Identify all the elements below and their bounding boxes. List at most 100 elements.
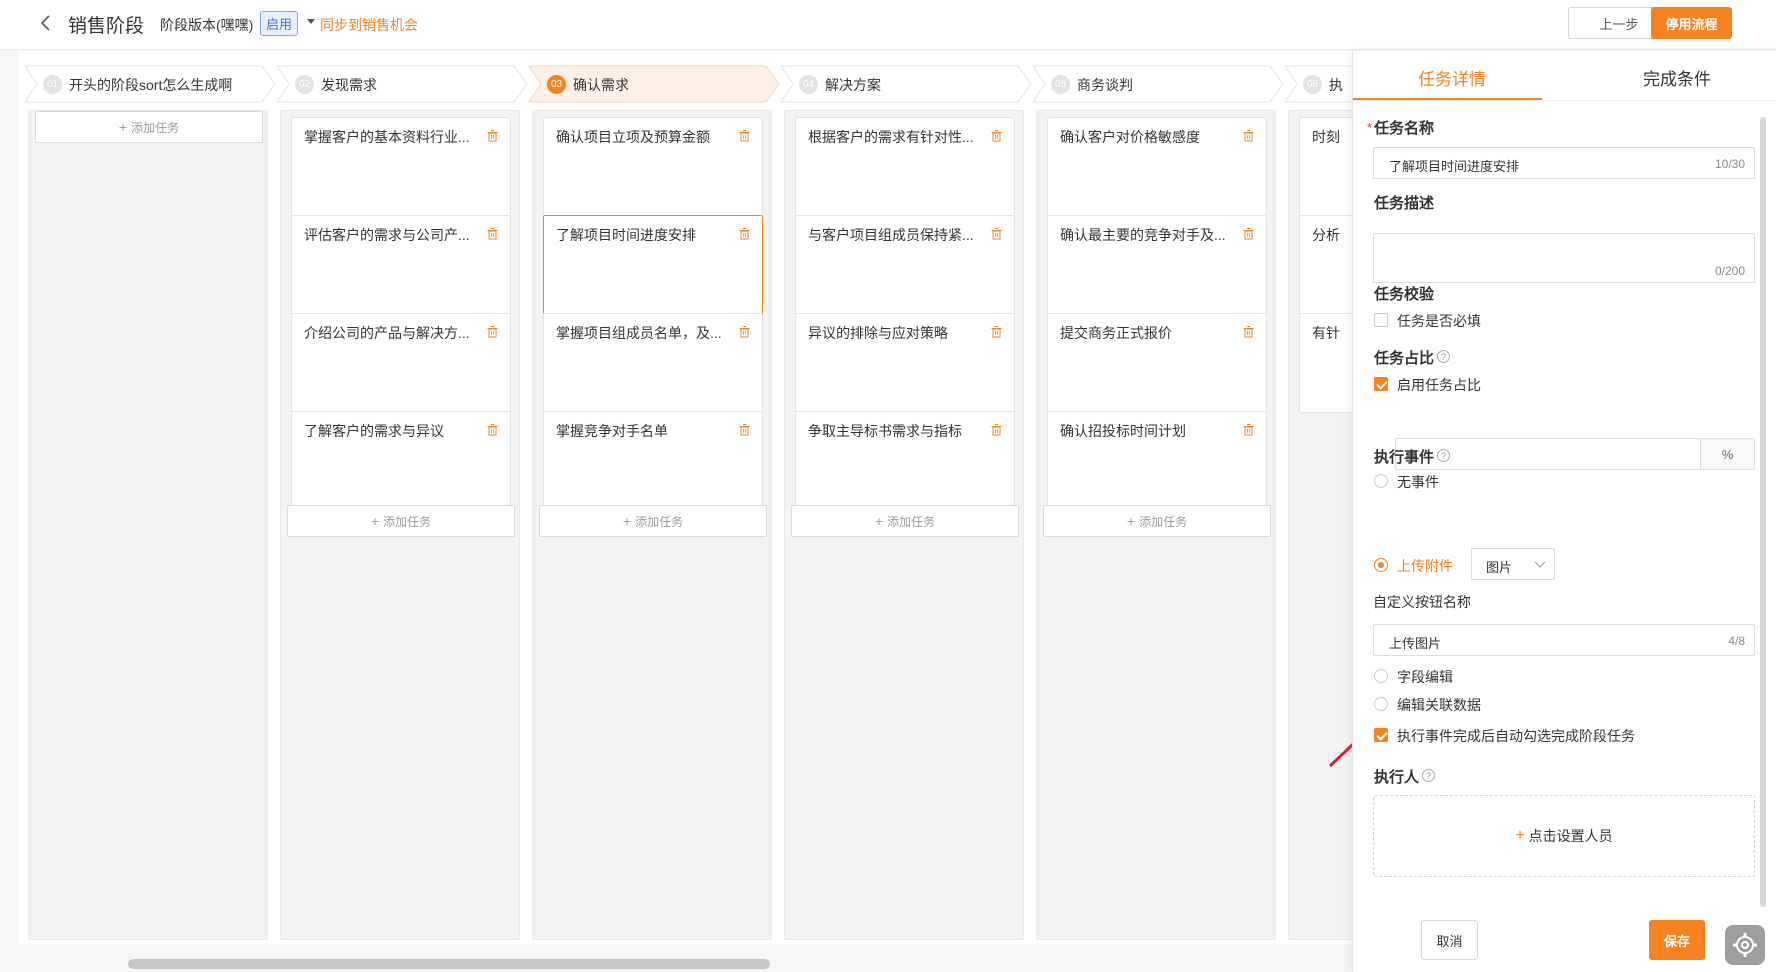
task-card[interactable]: 争取主导标书需求与指标: [795, 411, 1015, 511]
trash-icon[interactable]: [739, 326, 750, 338]
plus-icon: +: [1126, 513, 1136, 529]
back-arrow-icon[interactable]: [36, 12, 56, 34]
vertical-scrollbar[interactable]: [1760, 117, 1766, 907]
event-help-icon[interactable]: ?: [1437, 449, 1450, 462]
set-assignee-button[interactable]: + 点击设置人员: [1373, 795, 1755, 877]
save-button[interactable]: 保存: [1649, 920, 1705, 960]
trash-icon[interactable]: [991, 130, 1002, 142]
trash-icon[interactable]: [739, 130, 750, 142]
trash-icon[interactable]: [487, 424, 498, 436]
event-field-edit-radio[interactable]: [1374, 669, 1388, 683]
task-card[interactable]: 分析: [1299, 215, 1356, 315]
upload-type-select[interactable]: 图片: [1471, 548, 1555, 580]
task-card[interactable]: 掌握项目组成员名单，及...: [543, 313, 763, 413]
task-card[interactable]: 确认招投标时间计划: [1047, 411, 1267, 511]
event-edit-related-radio[interactable]: [1374, 697, 1388, 711]
custom-button-input[interactable]: 上传图片 4/8: [1373, 624, 1755, 656]
ratio-help-icon[interactable]: ?: [1437, 350, 1450, 363]
trash-icon[interactable]: [487, 228, 498, 240]
trash-icon[interactable]: [487, 326, 498, 338]
ratio-unit: %: [1700, 439, 1754, 469]
add-task-button[interactable]: + 添加任务: [35, 111, 263, 143]
event-upload-radio[interactable]: [1374, 558, 1388, 572]
task-title: 提交商务正式报价: [1060, 325, 1172, 341]
plus-icon: +: [1515, 827, 1525, 844]
trash-icon[interactable]: [991, 424, 1002, 436]
trash-icon[interactable]: [1243, 326, 1254, 338]
task-name-input[interactable]: 了解项目时间进度安排 10/30: [1373, 147, 1755, 179]
stage-header[interactable]: 03 确认需求: [528, 65, 780, 103]
active-tab-indicator: [1353, 98, 1542, 100]
required-marker: *: [1367, 120, 1373, 135]
task-card[interactable]: 确认项目立项及预算金额: [543, 117, 763, 217]
trash-icon[interactable]: [991, 326, 1002, 338]
assignee-help-icon[interactable]: ?: [1422, 769, 1435, 782]
task-card[interactable]: 掌握竞争对手名单: [543, 411, 763, 511]
auto-check-label: 执行事件完成后自动勾选完成阶段任务: [1397, 728, 1635, 744]
chevron-down-icon: [1534, 556, 1546, 568]
version-label: 阶段版本(嘿嘿): [160, 17, 254, 33]
task-card[interactable]: 提交商务正式报价: [1047, 313, 1267, 413]
auto-check-checkbox[interactable]: [1374, 728, 1388, 742]
plus-icon: +: [118, 119, 128, 135]
stage-column: 05 商务谈判确认客户对价格敏感度 确认最主要的竞争对手及... 提交商务正式报价确认…: [1032, 65, 1284, 944]
trash-icon[interactable]: [991, 228, 1002, 240]
stage-name: 解决方案: [825, 77, 881, 93]
required-checkbox[interactable]: [1374, 313, 1388, 327]
ratio-label: 任务占比: [1374, 350, 1435, 367]
trash-icon[interactable]: [739, 228, 750, 240]
event-none-radio[interactable]: [1374, 474, 1388, 488]
stage-number: 05: [1051, 75, 1070, 94]
caret-down-icon[interactable]: [307, 19, 315, 24]
stage-name: 商务谈判: [1077, 77, 1133, 93]
add-task-button[interactable]: + 添加任务: [791, 505, 1019, 537]
event-edit-related-label: 编辑关联数据: [1397, 697, 1481, 713]
task-card[interactable]: 根据客户的需求有针对性...: [795, 117, 1015, 217]
task-card[interactable]: 了解客户的需求与异议: [291, 411, 511, 511]
stage-header[interactable]: 04 解决方案: [780, 65, 1032, 103]
add-task-button[interactable]: + 添加任务: [1043, 505, 1271, 537]
add-task-button[interactable]: + 添加任务: [539, 505, 767, 537]
cancel-button[interactable]: 取消: [1421, 920, 1478, 960]
stop-flow-button[interactable]: 停用流程: [1651, 7, 1732, 39]
task-card[interactable]: 有针: [1299, 313, 1356, 413]
task-name-label: 任务名称: [1374, 120, 1435, 137]
task-card[interactable]: 与客户项目组成员保持紧...: [795, 215, 1015, 315]
stage-header[interactable]: 06 执: [1284, 65, 1356, 103]
task-card[interactable]: 异议的排除与应对策略: [795, 313, 1015, 413]
task-card[interactable]: 时刻: [1299, 117, 1356, 217]
trash-icon[interactable]: [1243, 424, 1254, 436]
trash-icon[interactable]: [487, 130, 498, 142]
task-desc-count: 0/200: [1714, 264, 1745, 278]
event-upload-label: 上传附件: [1397, 558, 1453, 574]
event-label: 执行事件: [1374, 449, 1435, 466]
task-card[interactable]: 掌握客户的基本资料行业...: [291, 117, 511, 217]
settings-gear-icon[interactable]: [1725, 925, 1765, 965]
task-card[interactable]: 介绍公司的产品与解决方...: [291, 313, 511, 413]
stage-column: 02 发现需求掌握客户的基本资料行业... 评估客户的需求与公司产... 介绍公司的产…: [276, 65, 528, 944]
task-card[interactable]: 了解项目时间进度安排: [543, 215, 763, 315]
stage-board: 01 开头的阶段sort怎么生成啊 + 添加任务 02 发现需求 掌握客户的基本资料行业..…: [18, 51, 1356, 944]
trash-icon[interactable]: [739, 424, 750, 436]
task-title: 确认项目立项及预算金额: [556, 129, 710, 145]
task-title: 评估客户的需求与公司产...: [304, 227, 470, 243]
sync-to-opportunity-link[interactable]: 同步到销售机会: [320, 15, 418, 35]
task-card[interactable]: 确认最主要的竞争对手及...: [1047, 215, 1267, 315]
add-task-button[interactable]: + 添加任务: [287, 505, 515, 537]
stage-task-list: 时刻 分析 有针: [1288, 110, 1356, 940]
stage-header[interactable]: 05 商务谈判: [1032, 65, 1284, 103]
enable-ratio-checkbox[interactable]: [1374, 377, 1388, 391]
task-desc-textarea[interactable]: 0/200: [1373, 233, 1755, 283]
task-card[interactable]: 评估客户的需求与公司产...: [291, 215, 511, 315]
stage-header[interactable]: 02 发现需求: [276, 65, 528, 103]
stage-name: 确认需求: [573, 77, 629, 93]
tab-task-detail[interactable]: 任务详情: [1418, 65, 1486, 90]
task-title: 根据客户的需求有针对性...: [808, 129, 974, 145]
stage-header[interactable]: 01 开头的阶段sort怎么生成啊: [24, 65, 276, 103]
tab-completion-condition[interactable]: 完成条件: [1643, 65, 1711, 90]
task-title: 与客户项目组成员保持紧...: [808, 227, 974, 243]
trash-icon[interactable]: [1243, 130, 1254, 142]
task-card[interactable]: 确认客户对价格敏感度: [1047, 117, 1267, 217]
trash-icon[interactable]: [1243, 228, 1254, 240]
horizontal-scrollbar[interactable]: [128, 959, 770, 969]
